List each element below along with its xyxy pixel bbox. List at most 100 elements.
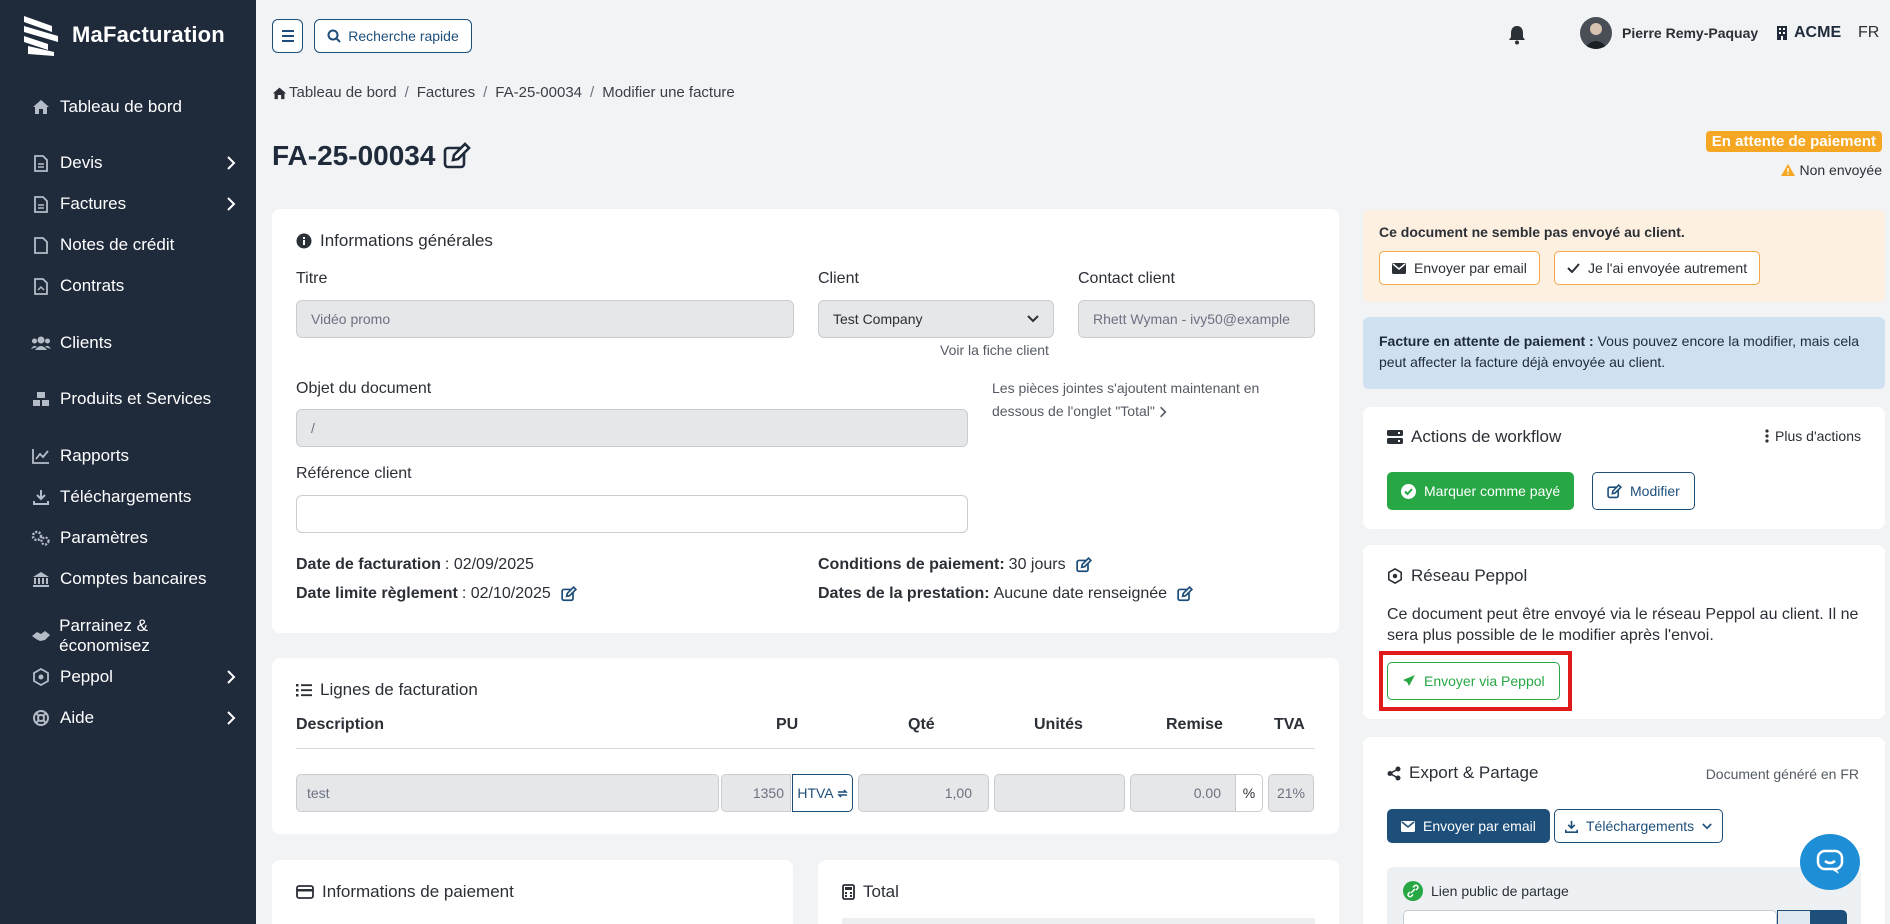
line-quantity-input[interactable]: 1,00	[858, 774, 989, 812]
general-info-title: Informations générales	[296, 231, 493, 251]
sent-otherwise-button[interactable]: Je l'ai envoyée autrement	[1554, 251, 1761, 285]
export-title: Export & Partage	[1387, 763, 1538, 783]
general-info-title-label: Informations générales	[320, 231, 493, 250]
sidebar-item-downloads[interactable]: Téléchargements	[30, 482, 236, 512]
envelope-icon	[1401, 820, 1415, 832]
line-vat-select[interactable]: 21%	[1268, 774, 1314, 812]
due-date: Date limite règlement : 02/10/2025	[296, 585, 577, 603]
workflow-title: Actions de workflow	[1387, 427, 1561, 447]
sidebar-item-referral[interactable]: Parrainez & économisez	[30, 616, 236, 655]
send-peppol-button[interactable]: Envoyer via Peppol	[1387, 662, 1560, 700]
line-discount-input[interactable]: 0.00	[1130, 774, 1236, 812]
chevron-right-icon	[226, 711, 236, 725]
sidebar-item-peppol[interactable]: Peppol	[30, 662, 236, 692]
sidebar-item-contracts[interactable]: Contrats	[30, 271, 236, 301]
reference-input[interactable]	[296, 495, 968, 533]
client-select-value: Test Company	[833, 311, 923, 327]
more-actions-button[interactable]: Plus d'actions	[1765, 428, 1861, 444]
object-input[interactable]: /	[296, 409, 968, 447]
support-chat-button[interactable]	[1800, 834, 1860, 890]
warning-triangle-icon	[1781, 164, 1796, 176]
edit-icon[interactable]	[1177, 586, 1194, 602]
breadcrumb-separator: /	[483, 84, 488, 101]
server-icon	[1387, 430, 1403, 444]
copy-link-button[interactable]	[1777, 910, 1811, 924]
payment-terms-label: Conditions de paiement:	[818, 556, 1005, 573]
edit-button[interactable]: Modifier	[1592, 472, 1695, 510]
line-unit-price-input[interactable]: 1350	[721, 774, 791, 812]
sidebar-item-label: Clients	[60, 333, 112, 352]
breadcrumb-invoices[interactable]: Factures	[417, 84, 475, 101]
sidebar-item-label: Rapports	[60, 446, 129, 465]
quick-search-button[interactable]: Recherche rapide	[314, 19, 472, 53]
peppol-title: Réseau Peppol	[1387, 566, 1527, 586]
edit-title-icon[interactable]	[443, 142, 472, 170]
col-discount: Remise	[1166, 716, 1223, 733]
chevron-down-icon	[1702, 822, 1712, 830]
send-email-label: Envoyer par email	[1414, 260, 1527, 276]
workflow-title-label: Actions de workflow	[1411, 427, 1562, 446]
search-icon	[327, 29, 341, 43]
edit-icon[interactable]	[561, 586, 577, 602]
edit-icon[interactable]	[1075, 557, 1092, 573]
chevron-right-icon	[226, 670, 236, 684]
payment-info-card: Informations de paiement	[272, 860, 793, 924]
mark-paid-button[interactable]: Marquer comme payé	[1387, 472, 1575, 510]
line-description-input[interactable]: test	[296, 774, 719, 812]
export-share-card: Export & Partage Document généré en FR E…	[1363, 737, 1885, 924]
sidebar-item-label: Paramètres	[60, 528, 148, 547]
user-menu[interactable]: Pierre Remy-Paquay	[1580, 17, 1758, 49]
peppol-description: Ce document peut être envoyé via le rése…	[1387, 606, 1859, 644]
breadcrumb: Tableau de bord / Factures / FA-25-00034…	[272, 84, 735, 101]
downloads-label: Téléchargements	[1586, 818, 1695, 834]
avatar	[1580, 17, 1612, 49]
view-client-link[interactable]: Voir la fiche client	[940, 339, 1049, 362]
sidebar-item-bank-accounts[interactable]: Comptes bancaires	[30, 564, 236, 594]
sidebar-item-settings[interactable]: Paramètres	[30, 523, 236, 553]
menu-toggle-button[interactable]	[272, 19, 303, 53]
notifications-bell-icon[interactable]	[1508, 25, 1526, 45]
chevron-right-icon	[1159, 406, 1167, 418]
invoice-lines-card: Lignes de facturation Description PU Qté…	[272, 658, 1339, 834]
sidebar-item-credit-notes[interactable]: Notes de crédit	[30, 230, 236, 260]
sidebar-item-devis[interactable]: Devis	[30, 148, 236, 178]
sidebar-item-label: Comptes bancaires	[60, 569, 207, 588]
open-link-button[interactable]	[1811, 910, 1847, 924]
sidebar-item-help[interactable]: Aide	[30, 703, 236, 733]
peppol-network-icon	[1387, 568, 1403, 584]
check-icon	[1567, 263, 1580, 273]
sidebar-item-clients[interactable]: Clients	[30, 328, 236, 358]
sidebar-item-products[interactable]: Produits et Services	[30, 384, 236, 414]
credit-card-icon	[296, 885, 314, 899]
client-select[interactable]: Test Company	[818, 300, 1054, 338]
export-email-button[interactable]: Envoyer par email	[1387, 809, 1550, 843]
sidebar-item-factures[interactable]: Factures	[30, 189, 236, 219]
service-dates: Dates de la prestation: Aucune date rens…	[818, 585, 1194, 603]
contact-input[interactable]: Rhett Wyman - ivy50@example	[1078, 300, 1315, 338]
line-units-input[interactable]	[994, 774, 1125, 812]
price-mode-toggle[interactable]: HTVA	[792, 774, 853, 812]
downloads-dropdown-button[interactable]: Téléchargements	[1554, 809, 1724, 843]
attachments-note[interactable]: Les pièces jointes s'ajoutent maintenant…	[992, 377, 1292, 423]
public-link-box: Lien public de partage	[1387, 867, 1861, 924]
breadcrumb-dashboard[interactable]: Tableau de bord	[289, 84, 397, 101]
public-link-input[interactable]	[1403, 910, 1777, 924]
sidebar-item-reports[interactable]: Rapports	[30, 441, 236, 471]
sidebar-item-label: Factures	[60, 194, 127, 213]
chart-line-icon	[30, 445, 52, 467]
title-input[interactable]: Vidéo promo	[296, 300, 794, 338]
breadcrumb-invoice[interactable]: FA-25-00034	[495, 84, 582, 101]
quick-search-label: Recherche rapide	[348, 28, 459, 44]
page-title: FA-25-00034	[272, 140, 436, 171]
invoice-lines-title: Lignes de facturation	[296, 680, 478, 700]
send-email-button[interactable]: Envoyer par email	[1379, 251, 1540, 285]
invoice-date: Date de facturation : 02/09/2025	[296, 556, 534, 574]
due-date-label: Date limite règlement	[296, 585, 458, 602]
brand-logo[interactable]: MaFacturation	[22, 14, 225, 56]
language-switcher[interactable]: FR	[1858, 24, 1879, 42]
handshake-icon	[30, 625, 51, 647]
service-dates-label: Dates de la prestation:	[818, 585, 990, 602]
sidebar-item-dashboard[interactable]: Tableau de bord	[30, 92, 236, 122]
col-unit-price: PU	[776, 716, 799, 733]
company-switcher[interactable]: ACME	[1776, 24, 1841, 42]
